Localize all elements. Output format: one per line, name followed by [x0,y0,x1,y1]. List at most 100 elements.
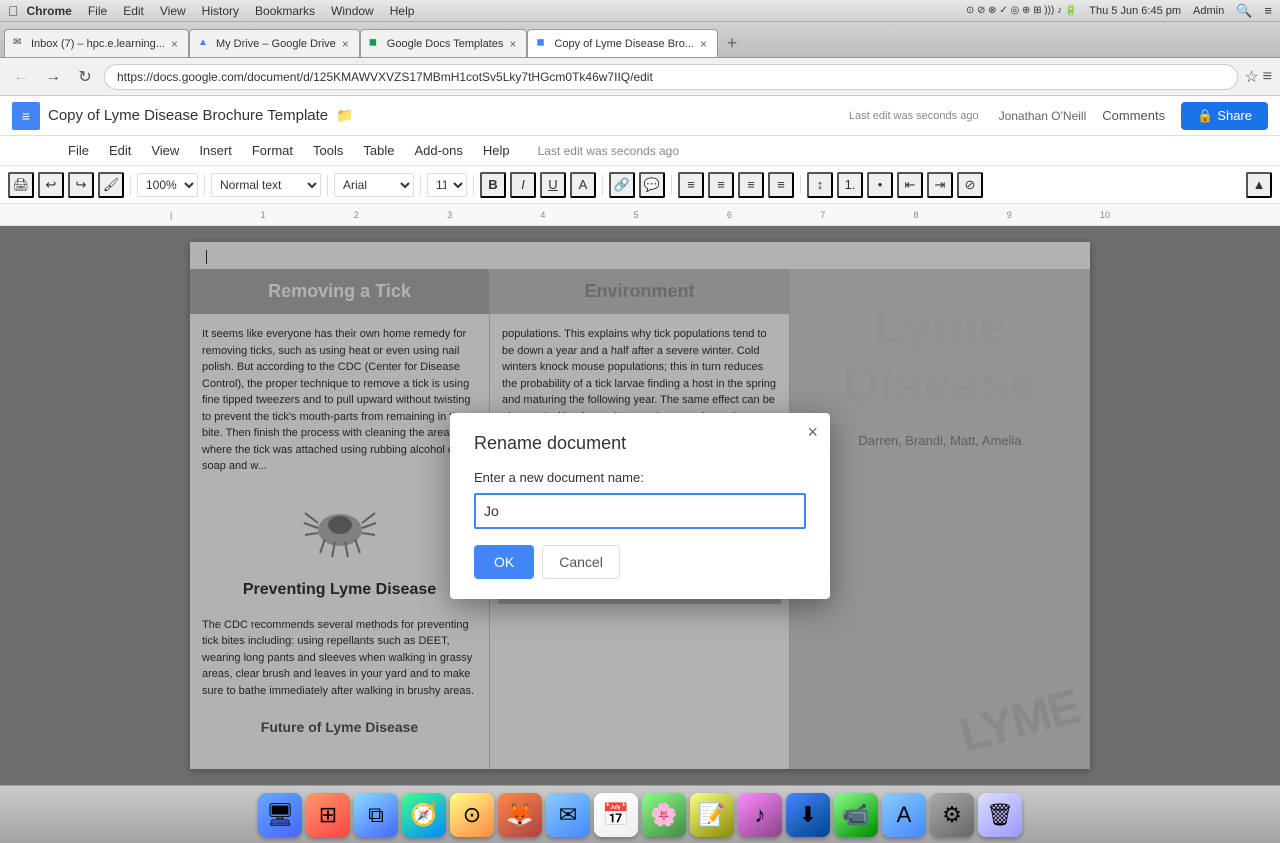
bookmark-icon[interactable]: ☆ [1244,67,1258,87]
format-clear-button[interactable]: ⊘ [957,172,983,198]
dock-mission-control[interactable]: ⧉ [354,793,398,837]
align-left-button[interactable]: ≡ [678,172,704,198]
ruler-mark-6: 6 [727,210,732,220]
decrease-indent-button[interactable]: ⇤ [897,172,923,198]
apple-menu[interactable]:  [8,3,19,19]
dock-system-prefs[interactable]: ⚙ [930,793,974,837]
titlebar-edit[interactable]: Edit [123,4,144,18]
forward-button[interactable]: → [40,64,66,90]
tab-drive[interactable]: ▲ My Drive – Google Drive × [189,29,360,57]
underline-button[interactable]: U [540,172,566,198]
back-button[interactable]: ← [8,64,34,90]
dialog-close-button[interactable]: × [807,423,818,441]
bold-button[interactable]: B [480,172,506,198]
menu-format[interactable]: Format [244,139,301,162]
search-icon[interactable]: 🔍 [1236,3,1252,19]
titlebar-help[interactable]: Help [390,4,415,18]
dock-safari[interactable]: 🧭 [402,793,446,837]
titlebar-history[interactable]: History [202,4,239,18]
paint-format-button[interactable]: 🖌 [98,172,124,198]
rename-input[interactable] [474,493,806,529]
folder-icon: 📁 [336,107,353,124]
menu-icon[interactable]: ≡ [1264,3,1272,18]
dock-facetime[interactable]: 📹 [834,793,878,837]
dialog-ok-button[interactable]: OK [474,545,534,579]
comment-button[interactable]: 💬 [639,172,665,198]
font-size-select[interactable]: 11 [427,173,467,197]
dock-music[interactable]: ♪ [738,793,782,837]
undo-button[interactable]: ↩ [38,172,64,198]
tab-templates[interactable]: ◼ Google Docs Templates × [360,29,528,57]
dock-downloads[interactable]: ⬇ [786,793,830,837]
tab-drive-close[interactable]: × [340,37,351,51]
dock-firefox[interactable]: 🦊 [498,793,542,837]
dock-notes[interactable]: 📝 [690,793,734,837]
titlebar-chrome[interactable]: Chrome [27,4,72,18]
new-tab-button[interactable]: + [718,29,746,57]
dock-appstore[interactable]: A [882,793,926,837]
dock-calendar[interactable]: 📅 [594,793,638,837]
align-justify-button[interactable]: ≡ [768,172,794,198]
menu-addons[interactable]: Add-ons [406,139,470,162]
titlebar-system: ⊙ ⊘ ⊗ ✓ ◎ ⊕ ⊞ ))) ♪ 🔋 Thu 5 Jun 6:45 pm … [966,3,1272,19]
dialog-cancel-button[interactable]: Cancel [542,545,620,579]
font-select[interactable]: Arial [334,173,414,197]
dock-launchpad[interactable]: ⊞ [306,793,350,837]
toolbar: 🖨 ↩ ↪ 🖌 100% Normal text Arial 11 B I U … [0,166,1280,204]
menu-insert[interactable]: Insert [191,139,240,162]
system-icons: ⊙ ⊘ ⊗ ✓ ◎ ⊕ ⊞ ))) ♪ 🔋 [966,5,1077,16]
title-bar:  Chrome File Edit View History Bookmark… [0,0,1280,22]
tab-inbox-close[interactable]: × [169,37,180,51]
titlebar-view[interactable]: View [160,4,186,18]
comments-button[interactable]: Comments [1094,108,1173,123]
print-button[interactable]: 🖨 [8,172,34,198]
menu-view[interactable]: View [143,139,187,162]
style-select[interactable]: Normal text [211,173,321,197]
tab-templates-title: Google Docs Templates [387,38,504,50]
link-button[interactable]: 🔗 [609,172,635,198]
dock-photos[interactable]: 🌸 [642,793,686,837]
redo-button[interactable]: ↪ [68,172,94,198]
dock-finder[interactable]: 🖥 [258,793,302,837]
zoom-select[interactable]: 100% [137,173,198,197]
align-center-button[interactable]: ≡ [708,172,734,198]
toolbar-separator-5 [473,175,474,195]
bullet-list-button[interactable]: • [867,172,893,198]
share-label: Share [1217,108,1252,123]
doc-title: Copy of Lyme Disease Brochure Template [48,107,328,124]
dock-chrome[interactable]: ⊙ [450,793,494,837]
ruler-mark-7: 7 [820,210,825,220]
url-bar[interactable]: https://docs.google.com/document/d/125KM… [104,64,1238,90]
menu-help[interactable]: Help [475,139,518,162]
italic-button[interactable]: I [510,172,536,198]
toolbar-separator-2 [204,175,205,195]
docs-logo: ≡ [12,102,40,130]
dock-mail[interactable]: ✉ [546,793,590,837]
tab-copy-close[interactable]: × [698,37,709,51]
tab-copy[interactable]: ◼ Copy of Lyme Disease Bro... × [527,29,718,57]
align-right-button[interactable]: ≡ [738,172,764,198]
tab-templates-close[interactable]: × [507,37,518,51]
share-button[interactable]: 🔒 Share [1181,102,1268,130]
collapse-toolbar-button[interactable]: ▲ [1246,172,1272,198]
text-color-button[interactable]: A [570,172,596,198]
increase-indent-button[interactable]: ⇥ [927,172,953,198]
tab-inbox[interactable]: ✉ Inbox (7) – hpc.e.learning... × [4,29,189,57]
ruler-mark-4: 4 [540,210,545,220]
toolbar-separator-3 [327,175,328,195]
tab-copy-title: Copy of Lyme Disease Bro... [554,38,694,50]
titlebar-bookmarks[interactable]: Bookmarks [255,4,315,18]
line-spacing-button[interactable]: ↕ [807,172,833,198]
refresh-button[interactable]: ↻ [72,64,98,90]
numbered-list-button[interactable]: 1. [837,172,863,198]
datetime: Thu 5 Jun 6:45 pm [1089,5,1181,17]
menu-table[interactable]: Table [355,139,402,162]
titlebar-file[interactable]: File [88,4,107,18]
menu-edit[interactable]: Edit [101,139,139,162]
titlebar-window[interactable]: Window [331,4,374,18]
settings-icon[interactable]: ≡ [1263,68,1272,86]
dock-trash[interactable]: 🗑 [978,793,1022,837]
menu-tools[interactable]: Tools [305,139,351,162]
dialog-label: Enter a new document name: [474,470,806,485]
menu-file[interactable]: File [60,139,97,162]
